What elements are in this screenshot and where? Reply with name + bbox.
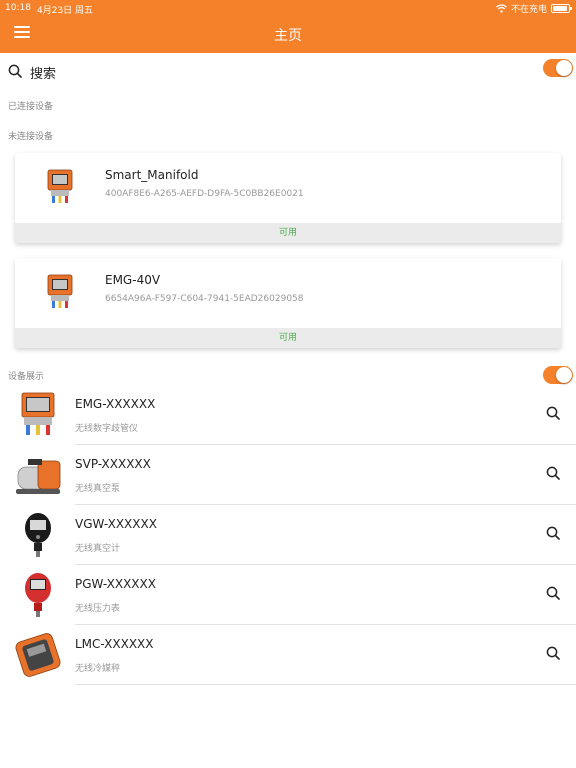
device-description: 无线真空计	[75, 544, 121, 554]
status-bar: 10:18 4月23日 周五 不在充电	[0, 0, 576, 16]
showcase-item-pgw[interactable]: PGW-XXXXXX 无线压力表	[0, 565, 576, 625]
device-status: 可用	[15, 223, 561, 243]
pressure-gauge-icon	[25, 573, 51, 617]
device-uuid: 6654A96A-F597-C604-7941-5EAD26029058	[105, 294, 304, 304]
device-uuid: 400AF8E6-A265-AEFD-D9FA-5C0BB26E0021	[105, 189, 304, 199]
unconnected-devices-label: 未连接设备	[8, 132, 54, 142]
device-name: SVP-XXXXXX	[75, 457, 151, 471]
showcase-item-svp[interactable]: SVP-XXXXXX 无线真空泵	[0, 445, 576, 505]
search-bar[interactable]: 搜索	[0, 55, 576, 87]
device-card-emg-40v[interactable]: EMG-40V 6654A96A-F597-C604-7941-5EAD2602…	[15, 258, 561, 348]
battery-icon	[551, 4, 572, 13]
vacuum-pump-icon	[16, 459, 61, 494]
page-title: 主页	[274, 28, 302, 44]
manifold-gauge-icon	[21, 392, 55, 435]
search-icon[interactable]	[546, 526, 560, 540]
search-icon[interactable]	[546, 406, 560, 420]
search-label: 搜索	[30, 67, 57, 82]
charging-status: 不在充电	[510, 5, 547, 15]
device-description: 无线数字歧管仪	[75, 424, 139, 434]
search-icon[interactable]	[546, 466, 560, 480]
showcase-item-vgw[interactable]: VGW-XXXXXX 无线真空计	[0, 505, 576, 565]
device-name: LMC-XXXXXX	[75, 637, 154, 651]
device-description: 无线压力表	[75, 604, 121, 614]
device-description: 无线冷媒秤	[75, 664, 121, 674]
device-name: EMG-40V	[105, 273, 161, 287]
connected-devices-label: 已连接设备	[8, 102, 54, 112]
manifold-gauge-icon	[47, 274, 73, 308]
status-date: 4月23日 周五	[37, 6, 94, 16]
app-header: 10:18 4月23日 周五 不在充电 主页	[0, 0, 576, 53]
status-right: 不在充电	[496, 2, 572, 15]
device-description: 无线真空泵	[75, 484, 121, 494]
search-icon[interactable]	[546, 586, 560, 600]
showcase-item-lmc[interactable]: LMC-XXXXXX 无线冷媒秤	[0, 625, 576, 685]
divider	[75, 684, 576, 685]
refrigerant-scale-icon	[15, 633, 61, 677]
status-time: 10:18	[5, 3, 31, 13]
search-toggle[interactable]	[543, 59, 573, 77]
showcase-label: 设备展示	[8, 372, 45, 382]
device-card-smart-manifold[interactable]: Smart_Manifold 400AF8E6-A265-AEFD-D9FA-5…	[15, 153, 561, 243]
search-icon	[8, 64, 22, 78]
manifold-gauge-icon	[47, 169, 73, 203]
search-icon[interactable]	[546, 646, 560, 660]
device-name: PGW-XXXXXX	[75, 577, 156, 591]
device-name: VGW-XXXXXX	[75, 517, 157, 531]
device-status: 可用	[15, 328, 561, 348]
device-name: EMG-XXXXXX	[75, 397, 156, 411]
showcase-item-emg[interactable]: EMG-XXXXXX 无线数字歧管仪	[0, 385, 576, 445]
device-name: Smart_Manifold	[105, 168, 199, 182]
showcase-toggle[interactable]	[543, 366, 573, 384]
wifi-icon	[496, 4, 507, 13]
vacuum-gauge-icon	[25, 513, 51, 557]
